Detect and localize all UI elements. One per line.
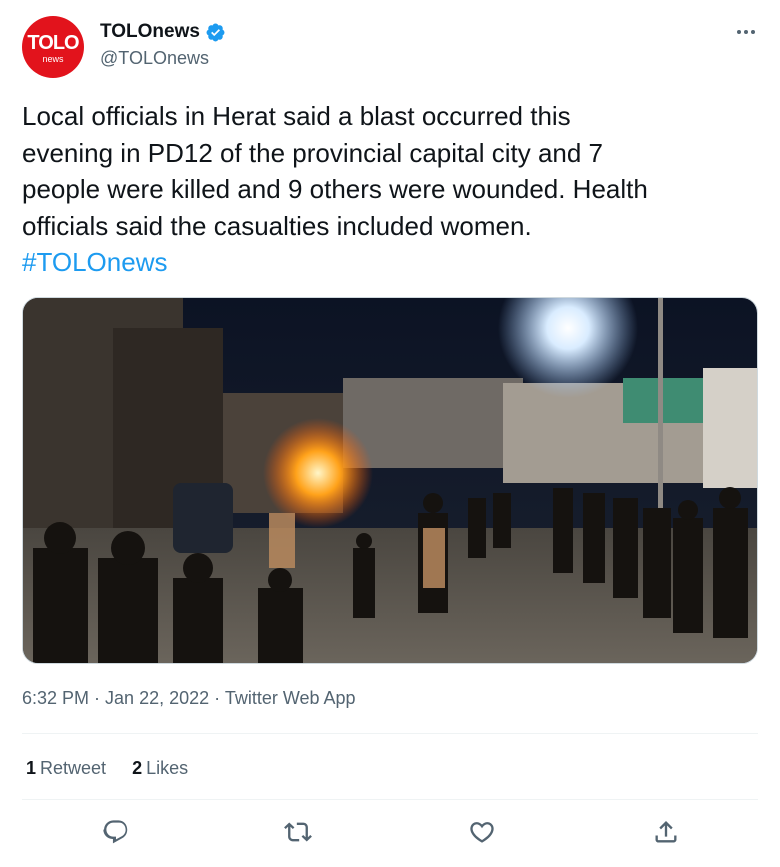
meta-separator: · [209,688,225,708]
likes-count: 2 [132,758,143,778]
likes-label: Likes [146,758,189,778]
avatar-logo-subtext: news [42,54,64,64]
tweet-source: Twitter Web App [224,688,356,708]
retweet-button[interactable] [284,818,312,846]
tweet-text-line: evening in PD12 of the provincial capita… [22,137,604,168]
photo-illustration [23,298,757,663]
tweet-text-line: people were killed and 9 others were wou… [22,174,648,204]
share-button[interactable] [652,818,680,846]
like-button[interactable] [468,818,496,846]
verified-badge-icon [206,23,225,41]
retweets-label: Retweet [40,758,107,778]
author-handle[interactable]: @TOLOnews [100,48,209,69]
share-icon [655,821,677,843]
divider [22,733,758,734]
hashtag-link[interactable]: #TOLOnews [22,244,757,281]
tweet-meta: 6:32 PM · Jan 22, 2022 · Twitter Web App [22,688,356,709]
display-name[interactable]: TOLOnews [100,21,200,43]
tweet-photo[interactable] [22,297,758,664]
meta-separator: · [89,688,106,708]
tweet-stats: 1 Retweet 2 Likes [26,758,188,779]
reply-button[interactable] [102,818,130,846]
tweet-date[interactable]: Jan 22, 2022 [105,688,209,708]
like-icon [470,822,494,843]
tweet-text-line: officials said the casualties included w… [22,210,532,241]
tweet-card: TOLO news TOLOnews @TOLOnews Local offic… [0,0,780,867]
tweet-text-line: Local officials in Herat said a blast oc… [22,101,571,131]
author-name-row[interactable]: TOLOnews [100,20,226,44]
divider [22,799,758,800]
retweets-stat[interactable]: 1 Retweet [26,758,106,779]
more-options-icon[interactable] [735,24,757,40]
tweet-text: Local officials in Herat said a blast oc… [22,98,757,281]
retweet-icon [284,822,312,842]
tweet-time[interactable]: 6:32 PM [22,688,89,708]
avatar[interactable]: TOLO news [22,16,84,78]
avatar-logo-text: TOLO [27,32,79,54]
reply-icon [103,820,128,844]
retweets-count: 1 [26,758,37,778]
likes-stat[interactable]: 2 Likes [132,758,188,779]
